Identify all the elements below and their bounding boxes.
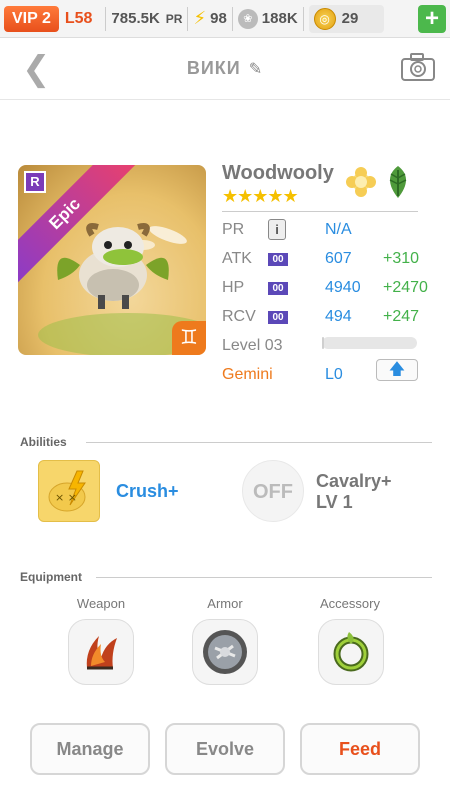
stat-value: 494 (325, 308, 352, 325)
ability-name-line: Cavalry+ (316, 471, 392, 491)
star-rating: ★★★★★ (222, 186, 299, 206)
armor-shield-icon (203, 630, 247, 674)
stat-value: 4940 (325, 279, 361, 296)
crush-ability-icon[interactable]: × × (38, 460, 100, 522)
accessory-label: Accessory (320, 596, 380, 611)
stat-label: RCV (222, 308, 256, 325)
pet-detail-screen: VIP 2 L58 785.5K PR ⚡ 98 ❀ 188K ◎ 29 + ❮ … (0, 0, 450, 800)
stat-bonus: +310 (383, 250, 420, 267)
armor-slot[interactable] (192, 619, 258, 685)
stat-bonus: +247 (383, 308, 420, 325)
pet-species-name: Woodwooly (222, 162, 334, 184)
pet-portrait[interactable]: Epic R ♊ (18, 165, 206, 355)
constellation-label[interactable]: Gemini (222, 366, 273, 384)
divider (222, 211, 418, 212)
stat-value: N/A (325, 221, 352, 238)
stat-value: 607 (325, 250, 352, 267)
resource-bar: VIP 2 L58 785.5K PR ⚡ 98 ❀ 188K ◎ 29 + (0, 0, 450, 38)
paw-icon: ❀ (237, 8, 258, 29)
coin-value: 29 (341, 10, 359, 27)
page-title[interactable]: ВИКИ ✎ (0, 58, 450, 79)
stat-label: ATK (222, 250, 252, 267)
feed-button[interactable]: Feed (300, 723, 420, 775)
coin-stat[interactable]: ◎ 29 (308, 4, 385, 33)
page-header: ❮ ВИКИ ✎ (0, 38, 450, 100)
level-progress-fill (322, 337, 324, 349)
manage-button[interactable]: Manage (30, 723, 150, 775)
armor-label: Armor (207, 596, 243, 611)
divider (96, 577, 432, 578)
ability-level: LV 1 (316, 492, 353, 512)
stat-badge: 00 (268, 282, 288, 295)
power-unit: PR (165, 11, 183, 26)
divider (105, 6, 107, 31)
svg-text:× ×: × × (55, 491, 77, 504)
pet-nickname: ВИКИ (186, 58, 241, 78)
weapon-claw-icon (86, 636, 117, 670)
equipment-heading: Equipment (20, 570, 82, 584)
coin-icon: ◎ (313, 7, 336, 30)
weapon-slot[interactable] (68, 619, 134, 685)
divider (187, 6, 189, 31)
wood-element-icon[interactable] (380, 164, 416, 205)
weapon-label: Weapon (76, 596, 126, 611)
accessory-slot[interactable] (318, 619, 384, 685)
power-stat: 785.5K PR (111, 10, 182, 27)
add-coins-button[interactable]: + (418, 5, 446, 33)
stat-row-atk: ATK 00 607 +310 (222, 245, 432, 274)
player-level: L58 (64, 9, 93, 27)
stat-row-hp: HP 00 4940 +2470 (222, 274, 432, 303)
cavalry-ability-name[interactable]: Cavalry+ LV 1 (316, 471, 392, 513)
edit-pencil-icon[interactable]: ✎ (249, 59, 263, 79)
power-value: 785.5K (111, 10, 160, 27)
light-element-icon[interactable] (344, 166, 378, 203)
stat-bonus: +2470 (383, 279, 428, 296)
divider (302, 6, 304, 31)
gemini-zodiac-icon: ♊ (172, 321, 206, 355)
energy-value: 98 (210, 10, 227, 27)
camera-icon[interactable] (400, 52, 436, 87)
cavalry-ability-icon[interactable]: OFF (242, 460, 304, 522)
paw-value: 188K (261, 10, 298, 27)
stats-panel: PR i N/A ATK 00 607 +310 HP 00 4940 +247… (222, 216, 432, 390)
stat-label: PR (222, 221, 245, 238)
constellation-level: L0 (325, 366, 343, 383)
stat-badge: 00 (268, 253, 288, 266)
stat-badge: 00 (268, 311, 288, 324)
crush-ability-name[interactable]: Crush+ (116, 481, 179, 502)
vip-badge[interactable]: VIP 2 (4, 5, 59, 32)
evolve-button[interactable]: Evolve (165, 723, 285, 775)
divider (231, 6, 233, 31)
lightning-icon: ⚡ (193, 8, 207, 28)
rank-badge: R (24, 171, 46, 193)
level-progress-bar (322, 337, 417, 349)
paw-stat[interactable]: ❀ 188K (237, 8, 298, 29)
upgrade-arrow-button[interactable]: 🡅 (376, 359, 418, 381)
stat-row-pr: PR i N/A (222, 216, 432, 245)
accessory-ring-icon (333, 632, 369, 672)
level-label: Level 03 (222, 337, 283, 354)
energy-stat[interactable]: ⚡ 98 (193, 8, 226, 29)
stat-label: HP (222, 279, 245, 296)
stat-row-rcv: RCV 00 494 +247 (222, 303, 432, 332)
abilities-heading: Abilities (20, 435, 67, 449)
divider (86, 442, 432, 443)
info-icon[interactable]: i (268, 219, 286, 240)
